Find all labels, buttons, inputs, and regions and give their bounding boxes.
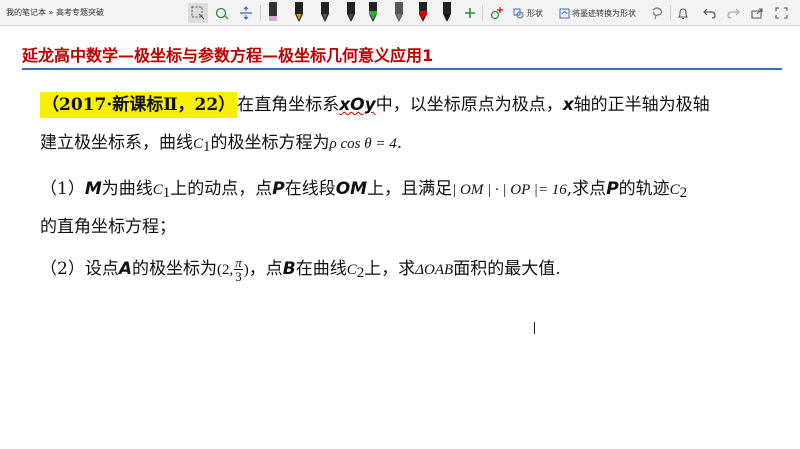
- product-condition: | OM | · | OP |= 16: [452, 182, 567, 198]
- undo-icon[interactable]: [700, 3, 718, 23]
- pen-green-icon[interactable]: [366, 0, 380, 26]
- add-pen-icon[interactable]: [462, 3, 478, 23]
- shape-icon: [512, 3, 524, 23]
- title-bar: 延龙高中数学—极坐标与参数方程—极坐标几何意义应用1: [22, 40, 782, 70]
- fullscreen-icon[interactable]: [772, 3, 790, 23]
- redo-icon[interactable]: [724, 3, 742, 23]
- question-1-cont: 的直角坐标方程；: [40, 217, 176, 237]
- convert-ink-to-shape-button[interactable]: 将墨迹转换为形状: [572, 8, 636, 19]
- insert-space-icon[interactable]: [236, 3, 256, 23]
- problem-curve-def: 建立极坐标系，曲线C1的极坐标方程为ρ cos θ = 4.: [40, 133, 403, 155]
- xoy-symbol: xOy: [339, 95, 376, 115]
- lasso-select-icon[interactable]: [188, 3, 208, 23]
- note-page[interactable]: 延龙高中数学—极坐标与参数方程—极坐标几何意义应用1 （2017·新课标Ⅱ，22…: [0, 26, 800, 449]
- bell-icon[interactable]: [674, 3, 692, 23]
- breadcrumb[interactable]: 我的笔记本 » 高考专题突破: [6, 7, 104, 18]
- convert-ink-icon: [558, 3, 570, 23]
- question-1: （1）M为曲线C1上的动点，点P在线段OM上，且满足| OM | · | OP …: [40, 179, 688, 201]
- shapes-button[interactable]: 形状: [527, 8, 543, 19]
- ink-toolbar: 我的笔记本 » 高考专题突破 形状 将墨迹转换为形状: [0, 0, 800, 26]
- question-2: （2）设点A的极坐标为(2, π 3)，点B在曲线C2上，求ΔOAB面积的最大值.: [40, 255, 561, 284]
- text-cursor: [534, 322, 535, 334]
- pen-black-icon[interactable]: [318, 0, 332, 26]
- pen-black-2-icon[interactable]: [344, 0, 358, 26]
- problem-intro: （2017·新课标Ⅱ，22） 在直角坐标系xOy中，以坐标原点为极点，x轴的正半轴…: [40, 92, 710, 118]
- pi-over-3-fraction: π3: [234, 255, 243, 284]
- pen-yellow-icon[interactable]: [292, 0, 306, 26]
- share-icon[interactable]: [748, 3, 766, 23]
- ink-to-shape-icon[interactable]: [488, 3, 506, 23]
- lasso-icon[interactable]: [648, 3, 666, 23]
- eraser-lasso-icon[interactable]: [212, 3, 232, 23]
- pen-red-icon[interactable]: [416, 0, 430, 26]
- pen-gray-icon[interactable]: [392, 0, 406, 26]
- page-title: 延龙高中数学—极坐标与参数方程—极坐标几何意义应用1: [22, 46, 434, 65]
- polar-equation: ρ cos θ = 4: [329, 136, 397, 152]
- triangle-oab: ΔOAB: [415, 262, 454, 278]
- pen-black-3-icon[interactable]: [440, 0, 454, 26]
- problem-source-highlight: （2017·新课标Ⅱ，22）: [40, 92, 238, 118]
- highlighter-pen-icon[interactable]: [266, 0, 280, 26]
